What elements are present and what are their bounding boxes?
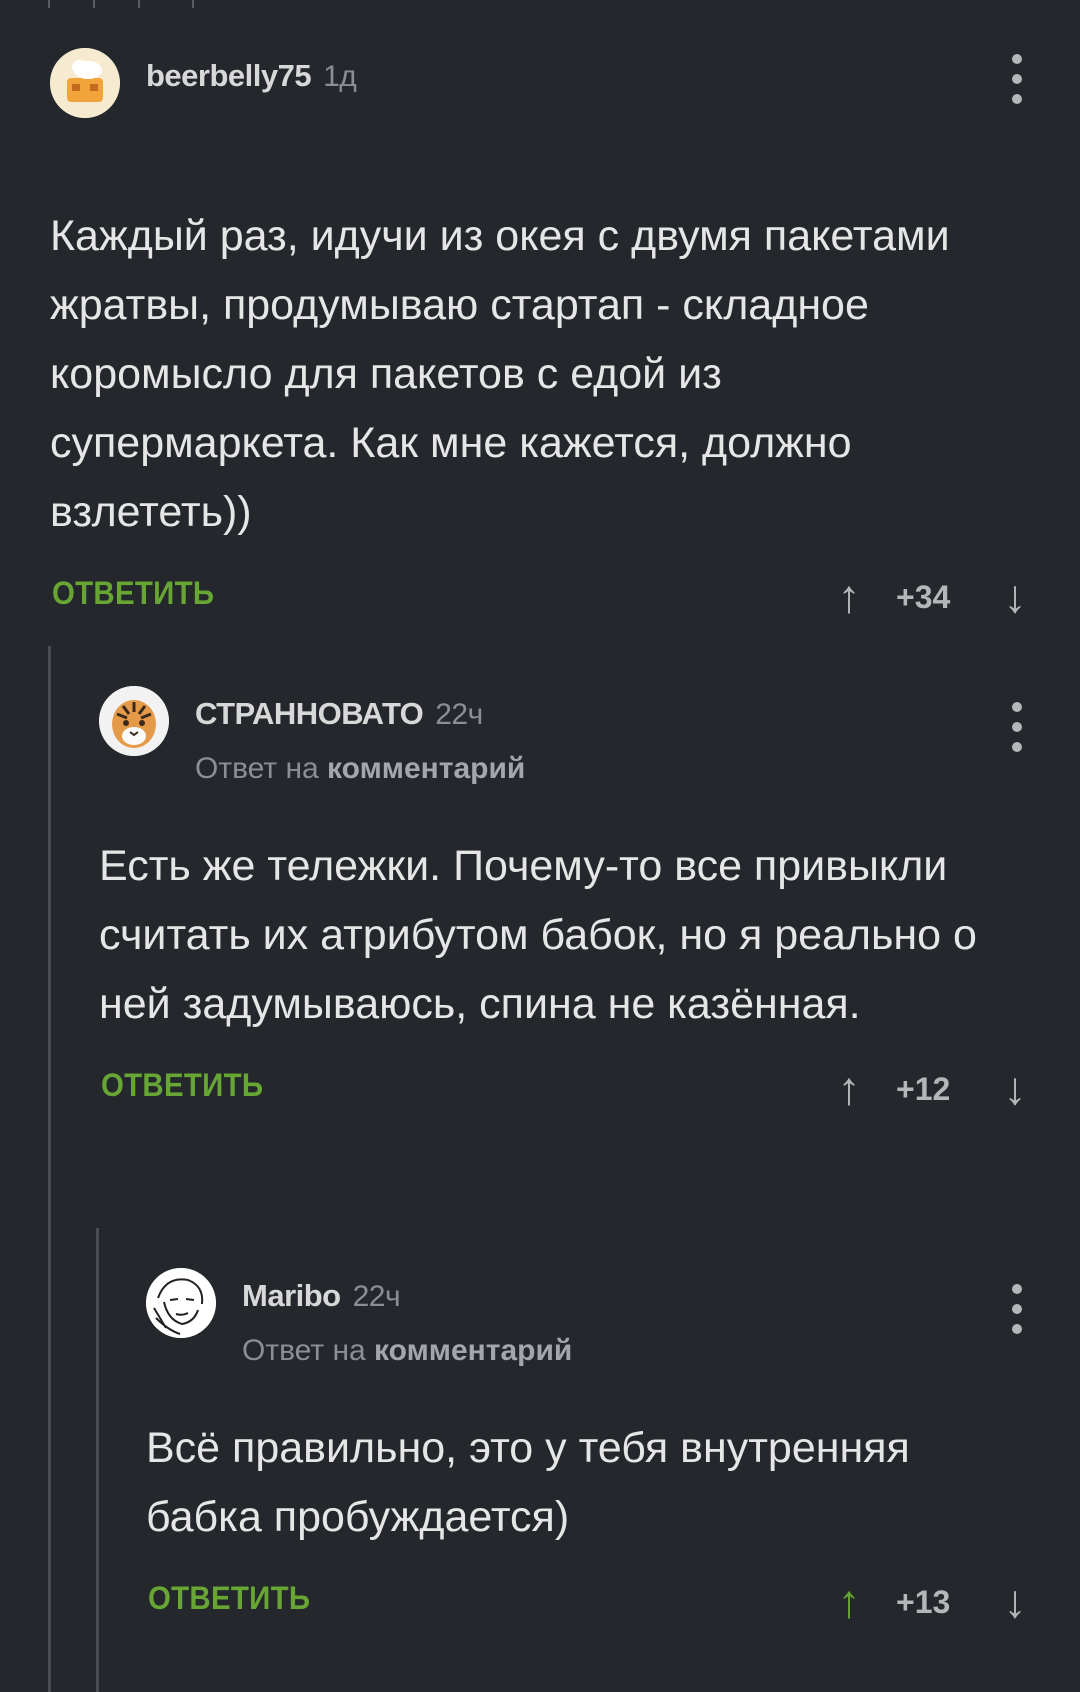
reply-to-line: Ответ на комментарий	[195, 752, 525, 786]
comment-actions: ОТВЕТИТЬ ↑ +34 ↓	[50, 567, 1032, 627]
comment-header: beerbelly75 1д	[50, 44, 1032, 124]
sketch-avatar-icon	[146, 1268, 216, 1338]
comment-time: 22ч	[435, 698, 483, 731]
username[interactable]: beerbelly75 1д	[146, 58, 357, 94]
avatar[interactable]	[99, 686, 169, 756]
more-vertical-icon[interactable]	[1002, 54, 1032, 104]
reply-button[interactable]: ОТВЕТИТЬ	[52, 575, 214, 612]
username-text[interactable]: Maribo	[242, 1278, 341, 1313]
reply-to-prefix: Ответ на	[242, 1334, 366, 1367]
username[interactable]: Maribo 22ч	[242, 1278, 401, 1314]
vote-control: ↑ +12 ↓	[832, 1059, 1032, 1119]
comment-score: +13	[896, 1584, 951, 1620]
thread-tick	[138, 0, 140, 8]
comment-score: +12	[896, 1071, 951, 1107]
thread-tick	[93, 0, 95, 8]
username-text[interactable]: СТРАННОВАТО	[195, 696, 424, 731]
comment: Maribo 22ч Ответ на комментарий Всё прави…	[146, 1264, 1032, 1632]
comment: СТРАННОВАТО 22ч Ответ на комментарий Есть…	[99, 682, 1032, 1119]
vote-control: ↑ +13 ↓	[832, 1572, 1032, 1632]
reply-to-line: Ответ на комментарий	[242, 1334, 572, 1368]
reply-button[interactable]: ОТВЕТИТЬ	[148, 1580, 310, 1617]
vote-control: ↑ +34 ↓	[832, 567, 1032, 627]
tiger-avatar-icon	[99, 686, 169, 756]
comment-actions: ОТВЕТИТЬ ↑ +12 ↓	[99, 1059, 1032, 1119]
username-text[interactable]: beerbelly75	[146, 58, 312, 93]
comment-actions: ОТВЕТИТЬ ↑ +13 ↓	[146, 1572, 1032, 1632]
comment-header: Maribo 22ч Ответ на комментарий	[146, 1264, 1032, 1367]
reply-to-link[interactable]: комментарий	[327, 752, 525, 785]
reply-to-link[interactable]: комментарий	[374, 1334, 572, 1367]
arrow-down-icon[interactable]: ↓	[998, 1063, 1032, 1113]
more-vertical-icon[interactable]	[1002, 702, 1032, 752]
thread-line-level-1[interactable]	[48, 646, 51, 1692]
reply-to-prefix: Ответ на	[195, 752, 319, 785]
arrow-down-icon[interactable]: ↓	[998, 571, 1032, 621]
comment-text: Есть же тележки. Почему-то все привыкли …	[99, 842, 977, 1028]
comment-time: 22ч	[352, 1280, 401, 1313]
arrow-up-icon[interactable]: ↑	[832, 571, 866, 621]
user-avatar-icon	[50, 48, 120, 118]
avatar[interactable]	[146, 1268, 216, 1338]
thread-line-level-2[interactable]	[96, 1228, 99, 1692]
more-vertical-icon[interactable]	[1002, 1284, 1032, 1334]
arrow-up-icon[interactable]: ↑	[832, 1576, 866, 1626]
thread-tick	[192, 0, 194, 8]
avatar[interactable]	[50, 48, 120, 118]
arrow-down-icon[interactable]: ↓	[998, 1576, 1032, 1626]
username[interactable]: СТРАННОВАТО 22ч	[195, 696, 483, 732]
arrow-up-icon[interactable]: ↑	[832, 1063, 866, 1113]
comment: beerbelly75 1д Каждый раз, идучи из окея …	[50, 44, 1032, 627]
comment-header: СТРАННОВАТО 22ч Ответ на комментарий	[99, 682, 1032, 785]
thread-tick	[48, 0, 50, 8]
comment-text: Каждый раз, идучи из окея с двумя пакета…	[50, 212, 950, 536]
comment-time: 1д	[323, 60, 357, 93]
comment-score: +34	[896, 579, 951, 615]
comment-text: Всё правильно, это у тебя внутренняя баб…	[146, 1424, 910, 1541]
reply-button[interactable]: ОТВЕТИТЬ	[101, 1067, 263, 1104]
